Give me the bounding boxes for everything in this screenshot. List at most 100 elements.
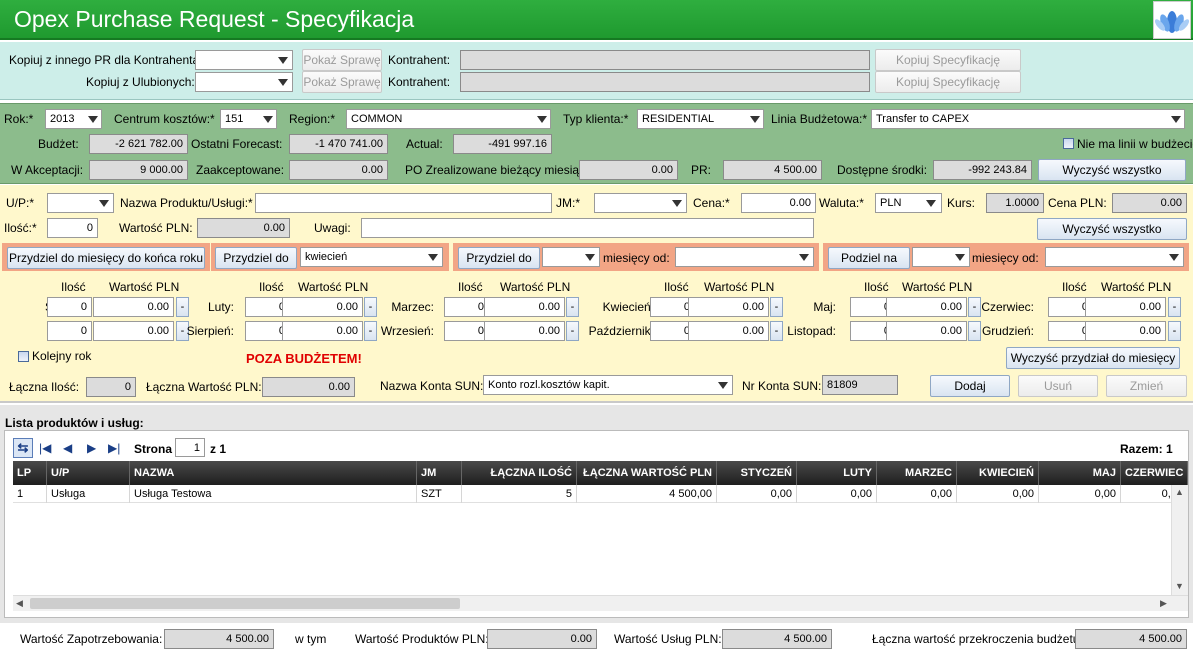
- chevron-down-icon: [88, 116, 98, 123]
- copy-fav-label: Kopiuj z Ulubionych:: [86, 75, 195, 89]
- nazwa-input[interactable]: [255, 193, 552, 213]
- show-case-button-2[interactable]: Pokaż Sprawę: [302, 71, 382, 93]
- vertical-scrollbar[interactable]: ▲ ▼: [1171, 485, 1188, 595]
- table-header-cell[interactable]: MARZEC: [877, 461, 957, 485]
- table-cell: Usługa Testowa: [130, 485, 417, 503]
- typ-label: Typ klienta:*: [563, 112, 629, 126]
- month-qty-input[interactable]: 0: [47, 297, 92, 317]
- month-label: Sierpień:: [186, 324, 234, 338]
- copy-spec-button-1[interactable]: Kopiuj Specyfikację: [875, 49, 1021, 71]
- contractor-label-2: Kontrahent:: [388, 75, 451, 89]
- split-count-select[interactable]: [912, 247, 970, 267]
- show-case-button-1[interactable]: Pokaż Sprawę: [302, 49, 382, 71]
- prev-page-icon[interactable]: ◀: [63, 441, 72, 455]
- first-page-icon[interactable]: |◀: [39, 441, 51, 455]
- table-header-cell[interactable]: LUTY: [797, 461, 877, 485]
- next-year-label: Kolejny rok: [32, 349, 92, 363]
- linia-select[interactable]: Transfer to CAPEX: [871, 109, 1185, 129]
- clear-months-button[interactable]: Wyczyść przydział do miesięcy: [1006, 347, 1180, 369]
- next-year-checkbox[interactable]: [18, 351, 29, 362]
- table-header-cell[interactable]: STYCZEŃ: [717, 461, 797, 485]
- month-val-input[interactable]: 0.00: [484, 321, 565, 341]
- up-label: U/P:*: [6, 196, 35, 210]
- remove-button[interactable]: Usuń: [1018, 375, 1098, 397]
- table-header-cell[interactable]: CZERWIEC: [1121, 461, 1188, 485]
- scroll-left-icon[interactable]: ◀: [16, 598, 23, 609]
- up-select[interactable]: [47, 193, 114, 213]
- allocate-to-month-button[interactable]: Przydziel do: [215, 247, 297, 269]
- month-val-input[interactable]: 0.00: [1085, 321, 1166, 341]
- month-minus-button[interactable]: -: [1168, 297, 1181, 317]
- clear-budget-button[interactable]: Wyczyść wszystko: [1038, 159, 1186, 181]
- chevron-down-icon: [926, 200, 936, 207]
- table-header-cell[interactable]: LP: [13, 461, 47, 485]
- month-qty-input[interactable]: 0: [444, 297, 489, 317]
- month-val-input[interactable]: 0.00: [484, 297, 565, 317]
- allocate-to-year-end-button[interactable]: Przydziel do miesięcy do końca roku: [7, 247, 205, 269]
- jm-select[interactable]: [594, 193, 687, 213]
- table-header-cell[interactable]: NAZWA: [130, 461, 417, 485]
- cena-input[interactable]: 0.00: [741, 193, 816, 213]
- month-val-input[interactable]: 0.00: [1085, 297, 1166, 317]
- table-header-cell[interactable]: MAJ: [1039, 461, 1121, 485]
- scroll-thumb[interactable]: [30, 598, 460, 609]
- allocate-month-select[interactable]: kwiecień: [300, 247, 443, 267]
- month-qty-input[interactable]: 0: [444, 321, 489, 341]
- usl-field: 4 500.00: [722, 629, 832, 649]
- first-page-toggle[interactable]: ⇆: [13, 438, 33, 458]
- table-header-cell[interactable]: ŁĄCZNA ILOŚĆ: [462, 461, 577, 485]
- chevron-down-icon: [585, 254, 595, 261]
- scroll-up-icon[interactable]: ▲: [1175, 487, 1184, 497]
- table-header-cell[interactable]: JM: [417, 461, 462, 485]
- table-row[interactable]: 1 Usługa Usługa Testowa SZT 5 4 500,00 0,00 0,0…: [13, 485, 1188, 503]
- table-cell: Usługa: [47, 485, 130, 503]
- copy-spec-button-2[interactable]: Kopiuj Specyfikację: [875, 71, 1021, 93]
- month-val-header: Wartość PLN: [1101, 280, 1172, 294]
- ilosc-input[interactable]: 0: [47, 218, 98, 238]
- kurs-label: Kurs:: [947, 196, 976, 210]
- copy-pr-select[interactable]: [195, 50, 293, 70]
- scroll-down-icon[interactable]: ▼: [1175, 581, 1184, 591]
- table-header-cell[interactable]: U/P: [47, 461, 130, 485]
- split-from-select[interactable]: [1045, 247, 1184, 267]
- no-line-checkbox[interactable]: [1063, 138, 1074, 149]
- horizontal-scrollbar[interactable]: ◀ ▶: [13, 595, 1188, 611]
- month-minus-button[interactable]: -: [1168, 321, 1181, 341]
- next-page-icon[interactable]: ▶: [87, 441, 96, 455]
- centrum-label: Centrum kosztów:*: [114, 112, 215, 126]
- clear-product-button[interactable]: Wyczyść wszystko: [1037, 218, 1187, 240]
- zap-field: 4 500.00: [164, 629, 274, 649]
- month-qty-header: Ilość: [664, 280, 689, 294]
- month-label: Październik:: [588, 324, 654, 338]
- table-cell: 0,00: [957, 485, 1039, 503]
- copy-fav-select[interactable]: [195, 72, 293, 92]
- page-label: Strona: [134, 442, 173, 456]
- table-cell: 5: [462, 485, 577, 503]
- region-select[interactable]: COMMON: [346, 109, 551, 129]
- table-header-cell[interactable]: KWIECIEŃ: [957, 461, 1039, 485]
- scroll-right-icon[interactable]: ▶: [1160, 598, 1167, 609]
- uwagi-input[interactable]: [361, 218, 814, 238]
- page-input[interactable]: 1: [175, 438, 205, 457]
- chevron-down-icon: [672, 200, 682, 207]
- allocate-count-select[interactable]: [542, 247, 600, 267]
- month-val-input[interactable]: 0.00: [282, 297, 363, 317]
- no-line-label: Nie ma linii w budżecie: [1077, 137, 1193, 151]
- month-val-input[interactable]: 0.00: [282, 321, 363, 341]
- allocate-from-select[interactable]: [675, 247, 814, 267]
- month-label: Kwiecień:: [602, 300, 654, 314]
- chevron-down-icon: [263, 116, 273, 123]
- table-header-cell[interactable]: ŁĄCZNA WARTOŚĆ PLN: [577, 461, 717, 485]
- add-button[interactable]: Dodaj: [930, 375, 1010, 397]
- typ-select[interactable]: RESIDENTIAL: [637, 109, 764, 129]
- month-val-header: Wartość PLN: [109, 280, 180, 294]
- sun-select[interactable]: Konto rozl.kosztów kapit.: [483, 375, 733, 395]
- last-page-icon[interactable]: ▶|: [108, 441, 120, 455]
- change-button[interactable]: Zmień: [1106, 375, 1187, 397]
- month-qty-input[interactable]: 0: [47, 321, 92, 341]
- allocate-months-button[interactable]: Przydziel do: [458, 247, 540, 269]
- po-label: PO Zrealizowane bieżący miesiąc:: [405, 163, 589, 177]
- month-qty-header: Ilość: [1062, 280, 1087, 294]
- over-budget-warning: POZA BUDŻETEM!: [246, 351, 362, 366]
- split-button[interactable]: Podziel na: [828, 247, 910, 269]
